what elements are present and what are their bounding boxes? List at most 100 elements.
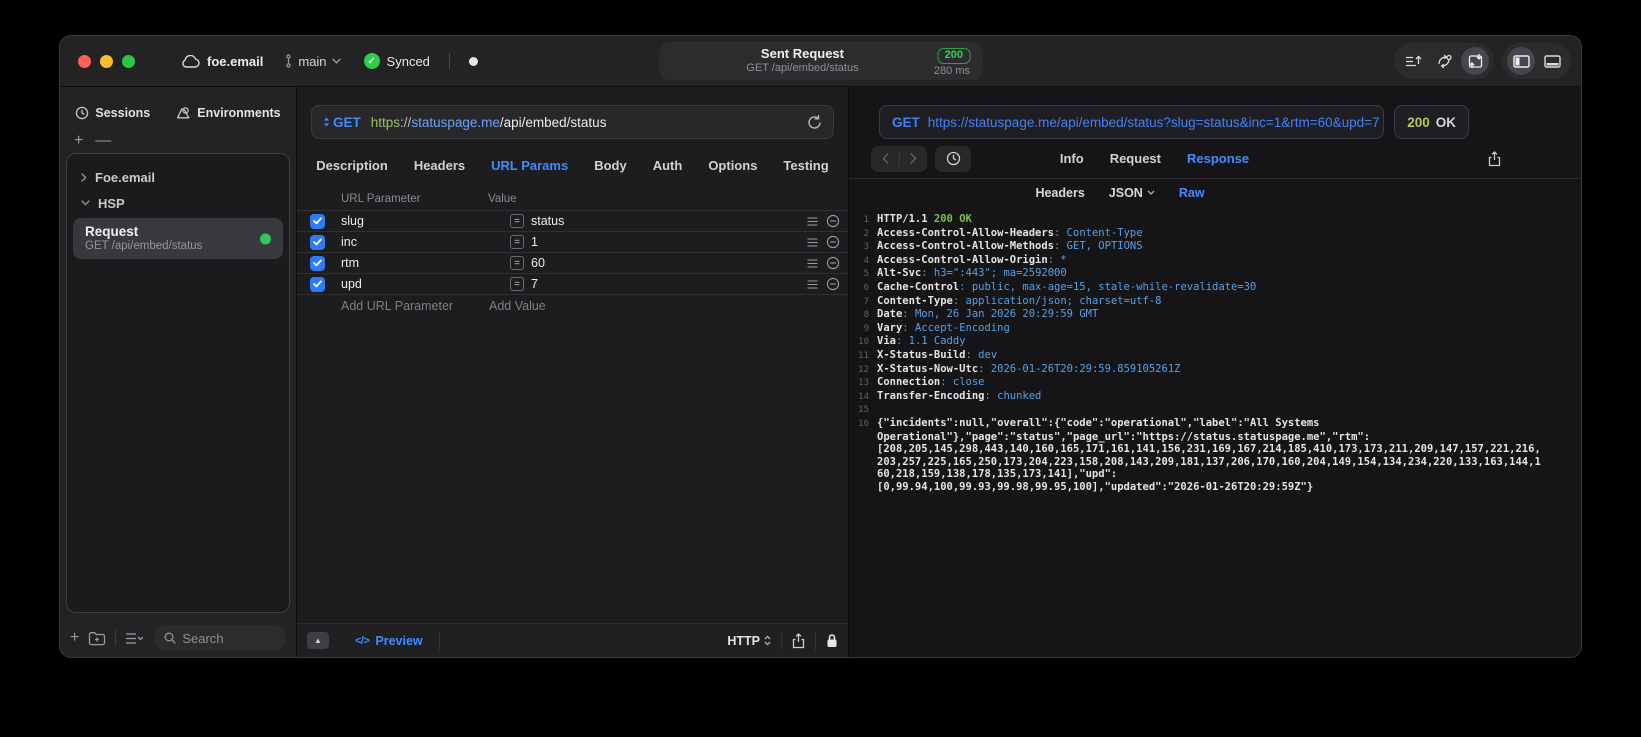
branch-name: main: [298, 53, 327, 69]
drag-handle-icon[interactable]: [807, 279, 818, 289]
tab-info[interactable]: Info: [1060, 151, 1084, 166]
url-host: statuspage.me: [411, 114, 500, 130]
tree-group-hsp[interactable]: HSP: [67, 190, 289, 216]
response-line: [208,205,145,298,443,140,160,165,171,161…: [849, 443, 1581, 456]
url-input[interactable]: https://statuspage.me/api/embed/status: [371, 115, 607, 130]
param-name[interactable]: rtm: [341, 256, 510, 270]
add-param-name-placeholder[interactable]: Add URL Parameter: [297, 299, 482, 313]
drag-handle-icon[interactable]: [807, 237, 818, 247]
tab-auth[interactable]: Auth: [653, 158, 683, 173]
method-selector[interactable]: GET: [333, 115, 361, 130]
param-value[interactable]: status: [531, 214, 807, 228]
tab-url-params[interactable]: URL Params: [491, 158, 568, 173]
toolbar-right: [1394, 43, 1571, 79]
new-folder-icon[interactable]: [88, 631, 106, 646]
minimize-window-button[interactable]: [100, 54, 113, 68]
param-name[interactable]: upd: [341, 277, 510, 291]
footer-divider: [115, 630, 117, 646]
preview-button[interactable]: </> Preview: [355, 634, 423, 648]
toolbar-group-panels: [1502, 43, 1571, 79]
flow-fork-icon[interactable]: [1430, 47, 1458, 75]
request-list-item-selected[interactable]: Request GET /api/embed/status: [73, 218, 283, 259]
toggle-bottom-panel-icon[interactable]: [1538, 47, 1566, 75]
sent-url-box[interactable]: GET https://statuspage.me/api/embed/stat…: [879, 105, 1385, 139]
tab-response[interactable]: Response: [1187, 151, 1249, 166]
sent-request-pill[interactable]: Sent Request GET /api/embed/status 200 2…: [659, 42, 982, 80]
code-icon: </>: [355, 634, 370, 647]
share-icon[interactable]: [792, 632, 805, 649]
param-enabled-checkbox[interactable]: [310, 213, 325, 229]
new-item-button[interactable]: +: [70, 630, 79, 646]
workspace-name[interactable]: foe.email: [207, 54, 263, 69]
request-editor: GET https://statuspage.me/api/embed/stat…: [297, 87, 849, 657]
tree-group-label: HSP: [98, 195, 125, 211]
response-line-text: X-Status-Build: dev: [877, 348, 998, 361]
subtab-json[interactable]: JSON: [1109, 186, 1155, 200]
lock-icon[interactable]: [826, 633, 838, 648]
method-stepper-icon[interactable]: [323, 117, 330, 127]
request-item-subtitle: GET /api/embed/status: [85, 240, 203, 252]
resend-request-icon[interactable]: [807, 114, 822, 130]
response-line: 16 {"incidents":null,"overall":{"code":"o…: [849, 417, 1581, 431]
param-enabled-checkbox[interactable]: [310, 255, 325, 271]
request-tabs: Description Headers URL Params Body Auth Opti…: [297, 152, 848, 178]
import-export-icon[interactable]: [1399, 47, 1427, 75]
request-duration: 280 ms: [933, 64, 970, 77]
line-number: 14: [858, 391, 869, 402]
subtab-headers[interactable]: Headers: [1035, 186, 1084, 200]
response-status-code: 200: [1407, 114, 1430, 130]
footer-divider: [815, 631, 816, 650]
subtab-raw[interactable]: Raw: [1179, 186, 1205, 200]
param-value[interactable]: 1: [531, 235, 807, 249]
remove-param-icon[interactable]: [826, 214, 840, 228]
remove-param-icon[interactable]: [826, 256, 840, 270]
remove-request-icon[interactable]: —: [95, 133, 111, 149]
add-param-value-placeholder[interactable]: Add Value: [482, 299, 546, 313]
preview-label: Preview: [375, 633, 423, 648]
toggle-sidebar-icon[interactable]: [1507, 47, 1535, 75]
search-input[interactable]: Search: [154, 625, 286, 651]
param-name[interactable]: inc: [341, 235, 510, 249]
tab-sessions[interactable]: Sessions: [75, 106, 150, 120]
tab-testing[interactable]: Testing: [783, 158, 828, 173]
tab-options[interactable]: Options: [708, 158, 757, 173]
app-window: foe.email main ✓ Synced Sent Request GET…: [59, 35, 1582, 658]
drag-handle-icon[interactable]: [807, 216, 818, 226]
param-value[interactable]: 60: [531, 256, 807, 270]
branch-selector[interactable]: main: [284, 53, 341, 69]
remove-param-icon[interactable]: [826, 235, 840, 249]
request-response-panel-icon[interactable]: [1461, 47, 1489, 75]
equals-icon: =: [510, 214, 524, 228]
param-value[interactable]: 7: [531, 277, 807, 291]
collapse-panel-button[interactable]: ▲: [307, 632, 329, 649]
param-enabled-checkbox[interactable]: [310, 234, 325, 250]
close-window-button[interactable]: [78, 54, 91, 68]
add-request-icon[interactable]: +: [74, 133, 83, 149]
line-number: 1: [863, 215, 869, 225]
tab-environments[interactable]: Environments: [176, 106, 281, 120]
response-line: 9 Vary: Accept-Encoding: [849, 322, 1581, 336]
sync-status[interactable]: ✓ Synced: [363, 53, 430, 69]
tab-headers[interactable]: Headers: [414, 158, 465, 173]
tab-description[interactable]: Description: [316, 158, 388, 173]
response-line-text: Access-Control-Allow-Origin: *: [877, 253, 1067, 266]
param-name[interactable]: slug: [341, 214, 510, 228]
response-line-text: Access-Control-Allow-Headers: Content-Ty…: [877, 226, 1143, 239]
back-icon[interactable]: [872, 153, 899, 164]
tab-sessions-label: Sessions: [95, 106, 151, 120]
drag-handle-icon[interactable]: [807, 258, 818, 268]
column-header-name: URL Parameter: [341, 193, 421, 205]
response-line: 60,218,159,138,178,135,173,141],"upd":: [849, 468, 1581, 481]
line-number: [849, 456, 869, 469]
remove-param-icon[interactable]: [826, 277, 840, 291]
param-enabled-checkbox[interactable]: [310, 276, 325, 292]
list-view-icon[interactable]: [125, 632, 145, 645]
request-success-dot: [260, 233, 271, 244]
export-response-icon[interactable]: [1488, 150, 1501, 167]
protocol-selector[interactable]: HTTP: [727, 634, 771, 648]
tree-group-foe-email[interactable]: Foe.email: [67, 164, 289, 190]
tab-body[interactable]: Body: [594, 158, 627, 173]
zoom-window-button[interactable]: [122, 54, 135, 68]
tab-request[interactable]: Request: [1110, 151, 1161, 166]
response-line: 1 HTTP/1.1 200 OK: [849, 213, 1581, 227]
